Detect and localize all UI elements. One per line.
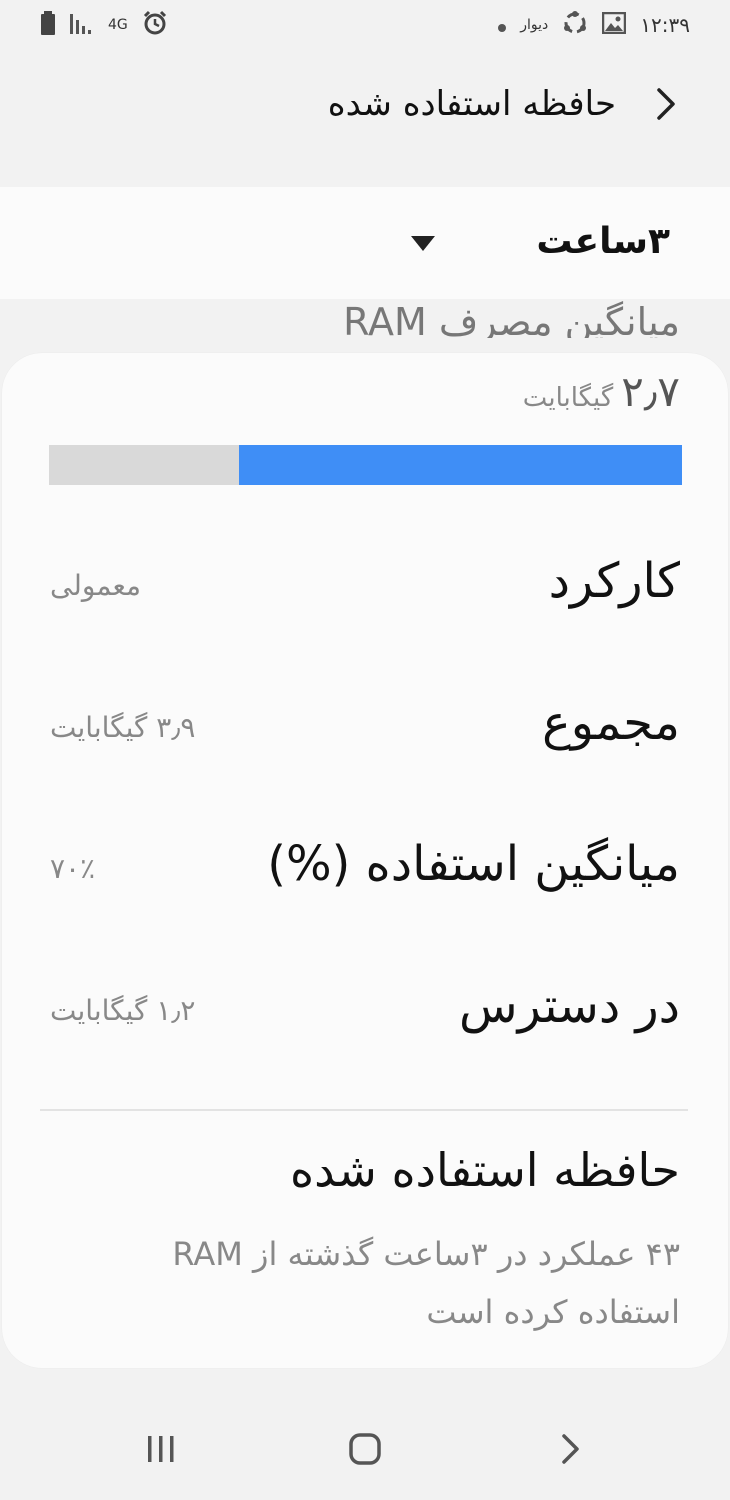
ram-usage-bar	[49, 445, 682, 485]
stat-value: ۷۰٪	[50, 852, 96, 885]
chevron-right-icon	[655, 87, 677, 125]
time-range-value: ۳ساعت	[536, 221, 670, 262]
recent-apps-icon	[146, 1434, 176, 1468]
status-bar-left: 4G	[40, 10, 168, 41]
home-button[interactable]	[340, 1426, 390, 1476]
stat-row-performance: کارکرد معمولی	[2, 553, 728, 633]
page-title: حافظه استفاده شده	[327, 84, 616, 124]
divider	[40, 1109, 688, 1111]
ram-usage-bar-fill	[238, 445, 682, 485]
recent-apps-button[interactable]	[136, 1426, 186, 1476]
status-bar: 4G دیوار ۱۲:۳۹	[0, 0, 730, 50]
ram-used-value: ۲٫۷	[621, 367, 680, 416]
stat-label: در دسترس	[459, 978, 680, 1034]
stat-row-total: مجموع ۳٫۹ گیگابایت	[2, 695, 728, 775]
navigation-bar	[0, 1400, 730, 1500]
dot-icon	[498, 13, 507, 37]
caret-down-icon	[410, 235, 436, 253]
battery-icon	[40, 10, 56, 40]
image-icon	[602, 11, 627, 39]
stat-row-average-usage: میانگین استفاده (%) ۷۰٪	[2, 836, 728, 916]
stat-label: کارکرد	[548, 553, 680, 609]
stat-value: ۳٫۹ گیگابایت	[50, 711, 196, 744]
network-4g-icon: 4G	[108, 17, 128, 33]
alarm-icon	[142, 10, 168, 41]
nav-back-button[interactable]	[545, 1426, 595, 1476]
section-heading: میانگین مصرف RAM	[343, 300, 680, 338]
time-range-dropdown[interactable]: ۳ساعت	[410, 217, 670, 269]
ram-card: ۲٫۷ گیگابایت کارکرد معمولی مجموع ۳٫۹ گیگ…	[2, 353, 728, 1368]
stat-label: میانگین استفاده (%)	[267, 836, 680, 892]
back-button[interactable]	[648, 84, 684, 128]
used-memory-description: ۴۳ عملکرد در ۳ساعت گذشته از RAM استفاده …	[172, 1235, 680, 1331]
stat-value: معمولی	[50, 569, 142, 602]
stat-value: ۱٫۲ گیگابایت	[50, 994, 196, 1027]
status-bar-right: دیوار ۱۲:۳۹	[498, 10, 690, 41]
ram-used-unit: گیگابایت	[522, 383, 614, 413]
ram-used: ۲٫۷ گیگابایت	[523, 367, 680, 416]
stat-row-available: در دسترس ۱٫۲ گیگابایت	[2, 978, 728, 1058]
used-memory-title: حافظه استفاده شده	[290, 1143, 680, 1197]
app-header: حافظه استفاده شده	[0, 62, 730, 152]
filter-bar: ۳ساعت	[0, 187, 730, 299]
home-icon	[348, 1432, 382, 1470]
clock-time: ۱۲:۳۹	[640, 13, 690, 37]
signal-icon	[70, 12, 94, 39]
back-icon	[559, 1433, 581, 1469]
sync-icon	[562, 10, 588, 41]
stat-label: مجموع	[542, 695, 680, 751]
app-notification-icon: دیوار	[520, 17, 549, 33]
